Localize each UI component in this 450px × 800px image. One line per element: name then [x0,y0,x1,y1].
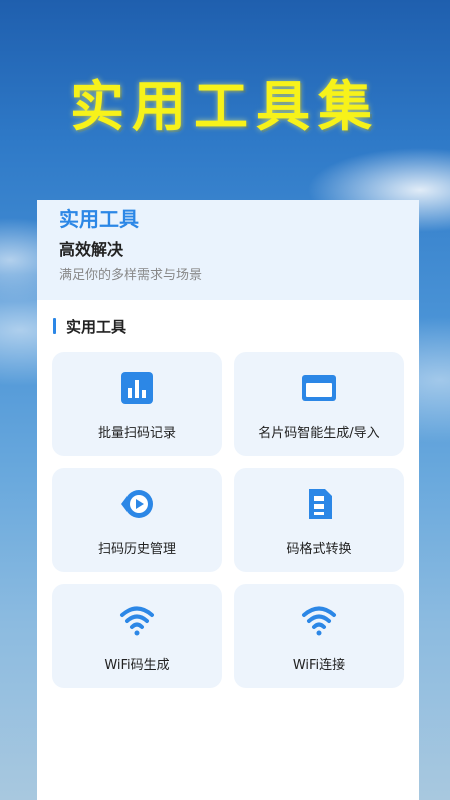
tool-format-convert[interactable]: 码格式转换 [234,468,404,572]
section-title: 实用工具 [53,316,126,336]
card-icon [301,370,337,406]
tool-scan-history[interactable]: 扫码历史管理 [52,468,222,572]
history-icon [119,486,155,522]
tool-wifi-code-generate[interactable]: WiFi码生成 [52,584,222,688]
tool-batch-scan-record[interactable]: 批量扫码记录 [52,352,222,456]
card-header-description: 满足你的多样需求与场景 [59,268,203,283]
hero-title: 实用工具集 [70,75,380,138]
tool-label: 码格式转换 [286,542,352,557]
tool-label: 名片码智能生成/导入 [258,426,380,441]
wifi-icon [119,602,155,638]
card-header-subtitle: 高效解决 [59,240,124,259]
tools-card: 实用工具 高效解决 满足你的多样需求与场景 实用工具 批量扫码记录 名片码智能生… [37,200,419,800]
tool-label: 批量扫码记录 [97,426,176,441]
format-convert-icon [301,486,337,522]
section-accent-bar [53,318,56,334]
tool-label: WiFi连接 [292,658,346,673]
tool-wifi-connect[interactable]: WiFi连接 [234,584,404,688]
wifi-icon [301,602,337,638]
section-title-label: 实用工具 [66,317,127,336]
card-header: 实用工具 高效解决 满足你的多样需求与场景 [37,200,419,300]
card-header-title: 实用工具 [59,207,139,231]
bar-chart-icon [119,370,155,406]
tool-label: 扫码历史管理 [97,542,176,557]
tool-business-card-code[interactable]: 名片码智能生成/导入 [234,352,404,456]
tool-label: WiFi码生成 [104,658,170,673]
